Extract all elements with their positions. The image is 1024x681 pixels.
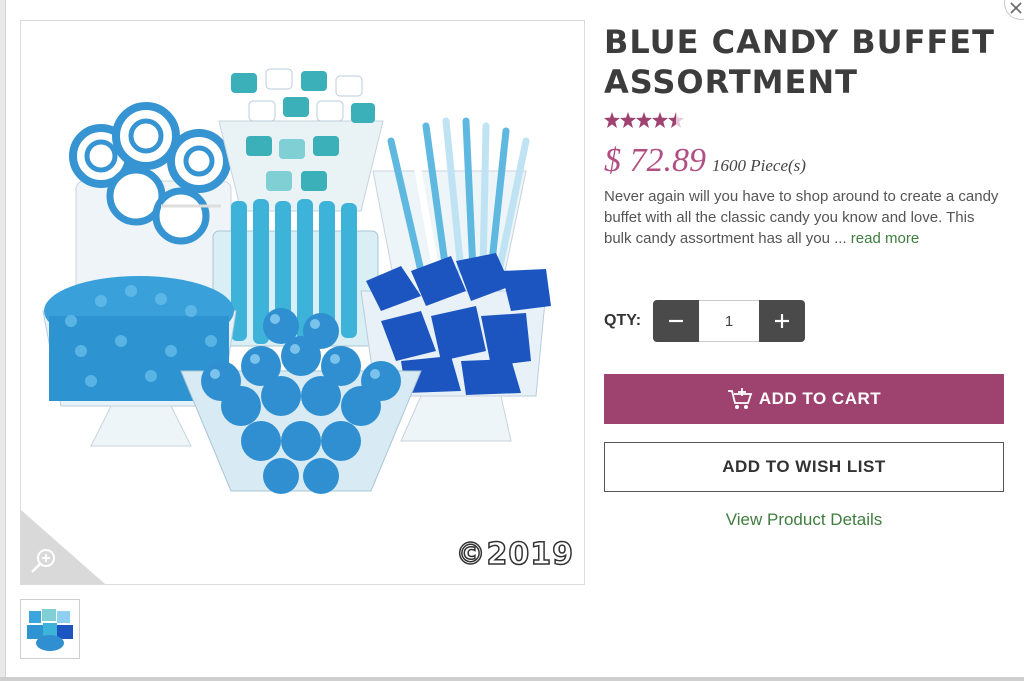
quick-view-modal: ©2019 BLUE CANDY BUFFET ASSORTMENT $ 72.… bbox=[0, 0, 1024, 681]
description-text: Never again will you have to shop around… bbox=[604, 188, 999, 247]
thumbnail-image bbox=[27, 609, 73, 651]
rating-stars-icon bbox=[604, 112, 684, 128]
product-info: BLUE CANDY BUFFET ASSORTMENT $ 72.89 160… bbox=[604, 22, 1004, 249]
cart-add-icon bbox=[727, 388, 753, 409]
product-description: Never again will you have to shop around… bbox=[604, 186, 1004, 249]
image-watermark: ©2019 bbox=[455, 536, 574, 573]
product-image[interactable]: ©2019 bbox=[20, 20, 585, 585]
read-more-link[interactable]: read more bbox=[851, 230, 919, 247]
price-row: $ 72.89 1600 Piece(s) bbox=[604, 142, 1004, 180]
piece-count: 1600 Piece(s) bbox=[712, 156, 806, 175]
add-to-wish-list-button[interactable]: ADD TO WISH LIST bbox=[604, 442, 1004, 492]
zoom-in-icon[interactable] bbox=[29, 546, 59, 576]
close-button[interactable] bbox=[1004, 0, 1024, 20]
close-icon bbox=[1010, 2, 1022, 14]
plus-icon bbox=[775, 314, 790, 328]
quantity-input[interactable] bbox=[699, 300, 760, 342]
product-thumbnail[interactable] bbox=[20, 599, 80, 659]
increase-quantity-button[interactable] bbox=[759, 300, 806, 342]
product-price: $ 72.89 bbox=[604, 142, 706, 179]
quantity-stepper: QTY: bbox=[604, 300, 806, 342]
view-product-details-link[interactable]: View Product Details bbox=[604, 510, 1004, 530]
decrease-quantity-button[interactable] bbox=[653, 300, 700, 342]
add-to-wish-list-label: ADD TO WISH LIST bbox=[722, 457, 886, 476]
quantity-label: QTY: bbox=[604, 312, 642, 329]
modal-left-edge bbox=[0, 0, 6, 681]
rating-stars[interactable] bbox=[604, 112, 1004, 130]
modal-bottom-edge bbox=[0, 677, 1024, 681]
add-to-cart-label: ADD TO CART bbox=[758, 389, 882, 408]
add-to-cart-button[interactable]: ADD TO CART bbox=[604, 374, 1004, 424]
candy-buffet-photo bbox=[42, 68, 551, 494]
product-title: BLUE CANDY BUFFET ASSORTMENT bbox=[604, 23, 995, 101]
minus-icon bbox=[669, 319, 684, 323]
